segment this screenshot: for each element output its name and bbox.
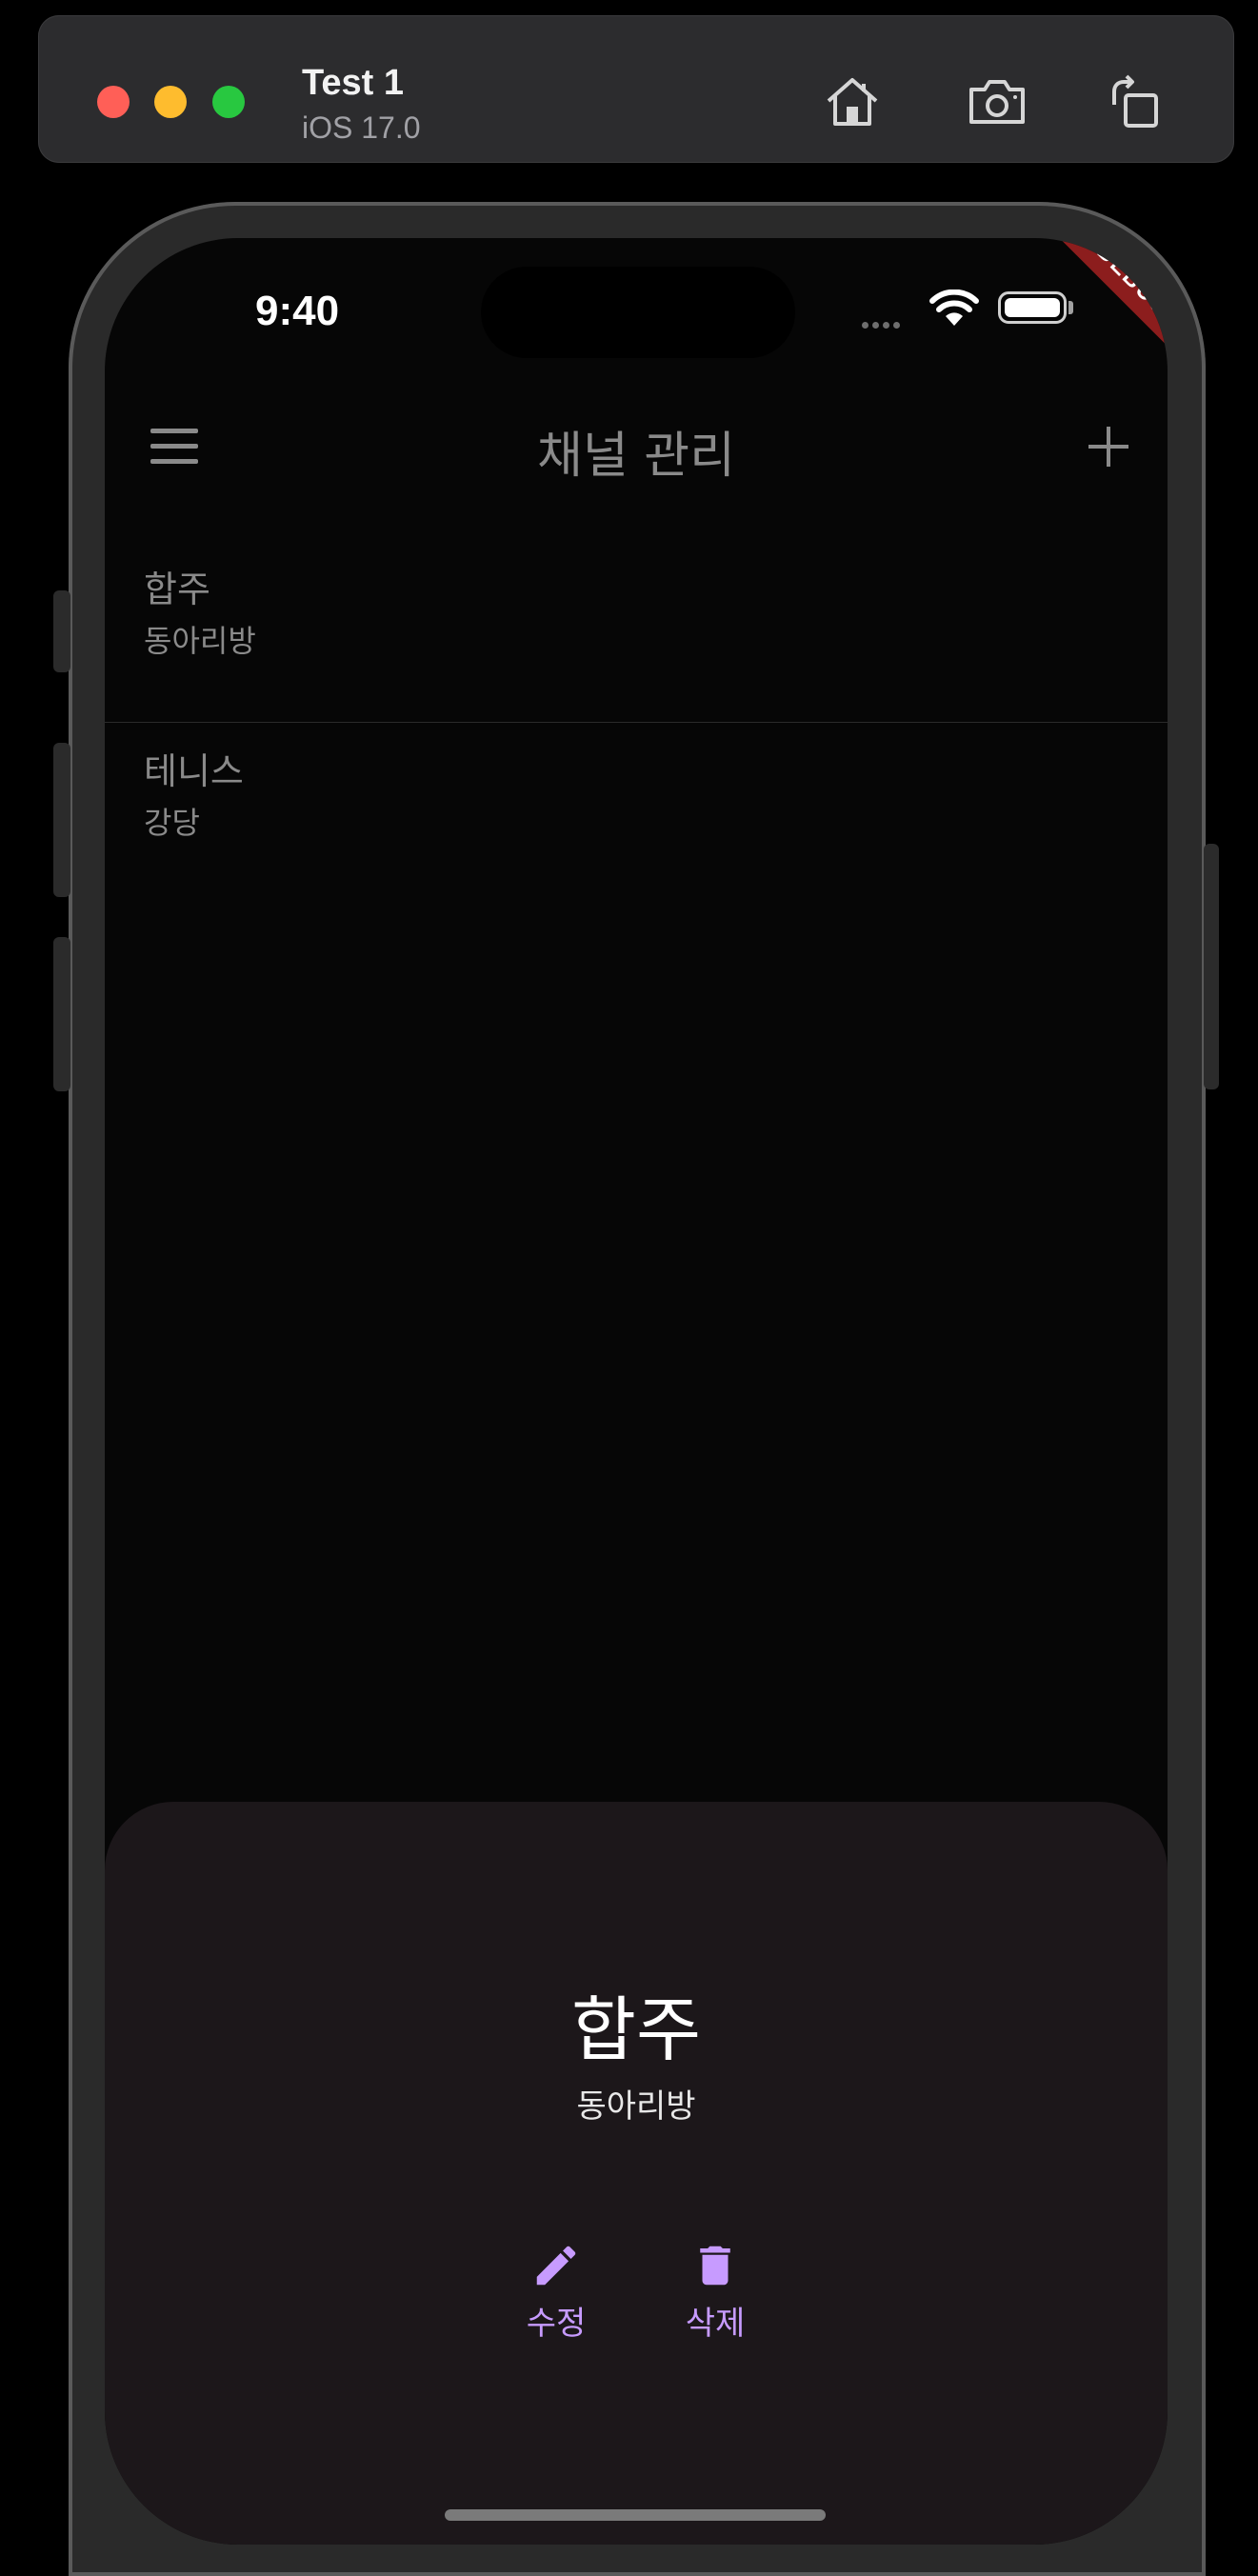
power-button — [1204, 844, 1219, 1089]
volume-up-button — [53, 743, 70, 897]
edit-button[interactable]: 수정 — [489, 2240, 623, 2344]
channel-name: 테니스 — [144, 750, 244, 792]
channel-location: 강당 — [144, 805, 200, 841]
list-item[interactable]: 합주 동아리방 — [105, 541, 1168, 723]
edit-icon — [536, 2246, 576, 2286]
phone-screen: 9:40 DEBUG 채널 관리 합주 동아리방 테니스 강당 합주 동아리방 — [105, 238, 1168, 2545]
close-window-button[interactable] — [97, 86, 130, 118]
edit-label: 수정 — [526, 2305, 587, 2343]
page-title: 채널 관리 — [537, 428, 735, 485]
sheet-subtitle: 동아리방 — [576, 2087, 696, 2126]
wifi-icon — [929, 289, 979, 328]
cellular-signal-icon — [862, 314, 904, 332]
home-indicator[interactable] — [445, 2509, 826, 2521]
simulator-os-version: iOS 17.0 — [302, 110, 421, 145]
simulator-toolbar: Test 1 iOS 17.0 — [38, 15, 1234, 163]
rotate-icon[interactable] — [1103, 70, 1166, 133]
delete-button[interactable]: 삭제 — [649, 2240, 782, 2344]
simulator-device-name: Test 1 — [302, 63, 405, 103]
list-item[interactable]: 테니스 강당 — [105, 723, 1168, 904]
home-icon[interactable] — [821, 70, 884, 133]
zoom-window-button[interactable] — [212, 86, 245, 118]
delete-label: 삭제 — [685, 2305, 746, 2343]
battery-cap — [1068, 301, 1073, 314]
volume-down-button — [53, 937, 70, 1091]
dynamic-island — [481, 267, 795, 358]
minimize-window-button[interactable] — [154, 86, 187, 118]
trash-icon — [700, 2246, 730, 2286]
channel-location: 동아리방 — [144, 623, 256, 659]
app-bar: 채널 관리 — [105, 381, 1168, 524]
action-button — [53, 590, 70, 672]
sheet-title: 합주 — [570, 1989, 702, 2071]
add-icon[interactable] — [1088, 427, 1128, 467]
screenshot-icon[interactable] — [966, 70, 1028, 133]
battery-icon — [998, 291, 1067, 324]
bottom-sheet: 합주 동아리방 수정 삭제 — [105, 1802, 1168, 2545]
status-time: 9:40 — [255, 288, 340, 334]
channel-name: 합주 — [144, 569, 210, 610]
channel-list: 합주 동아리방 테니스 강당 — [105, 541, 1168, 904]
